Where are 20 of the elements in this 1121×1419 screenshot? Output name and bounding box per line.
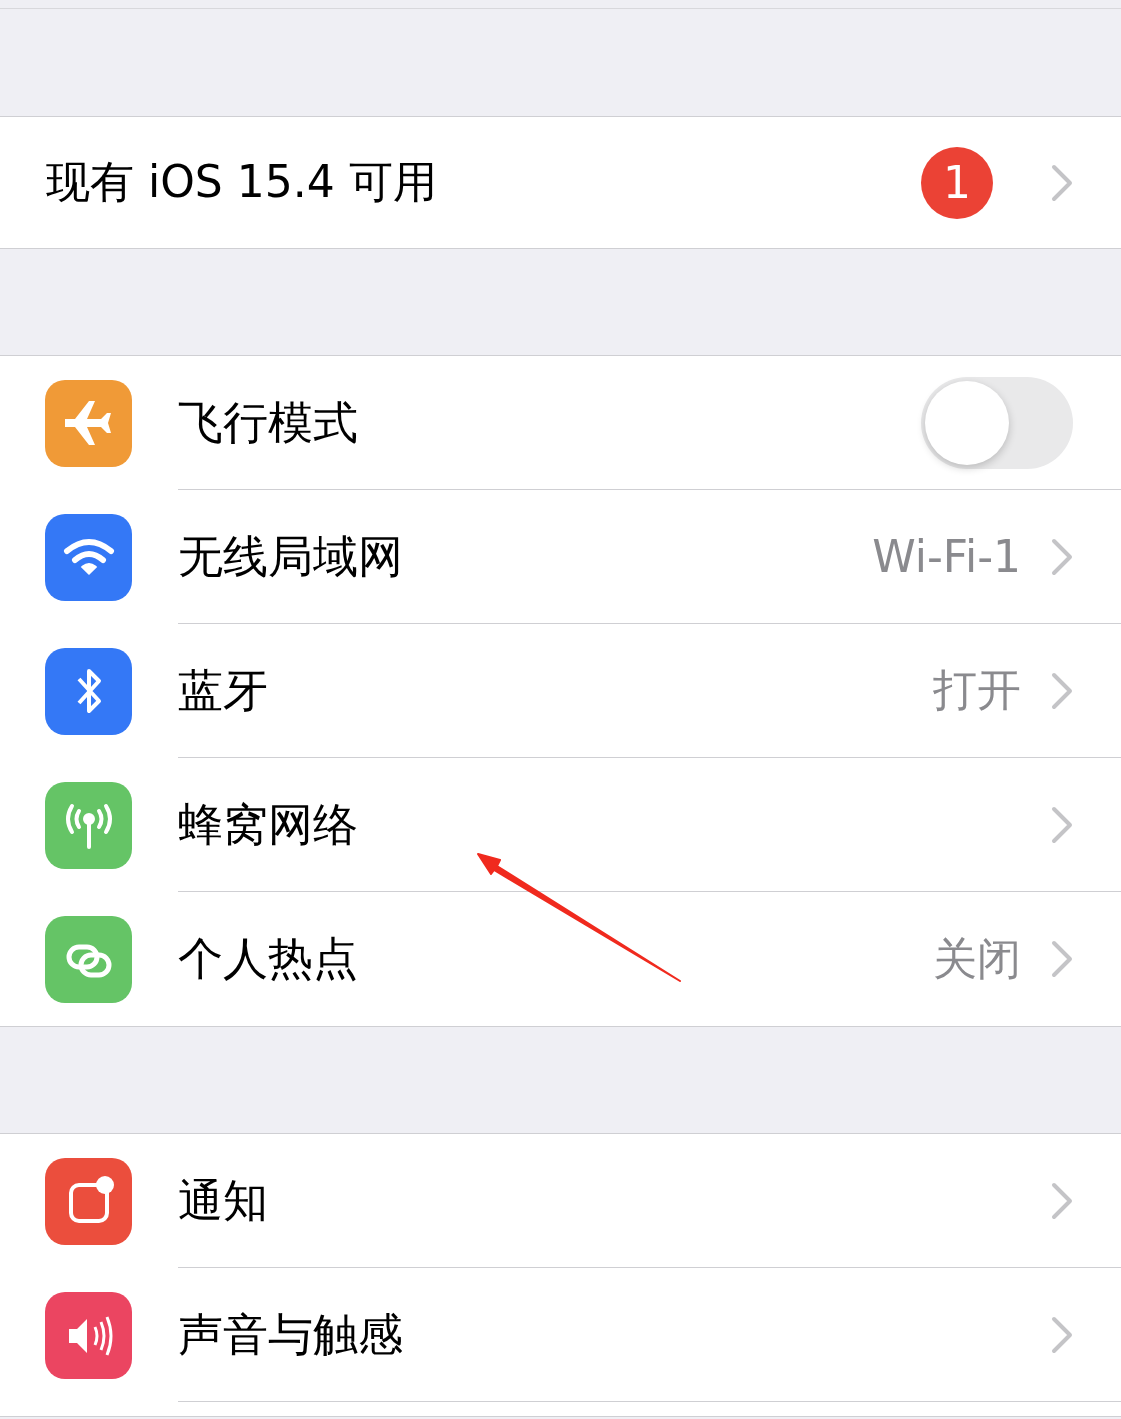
notification-badge: 1 — [921, 146, 993, 219]
update-row[interactable]: 现有 iOS 15.4 可用 1 — [0, 117, 1121, 248]
chevron-icon — [1051, 1181, 1073, 1220]
chevron-icon — [1051, 537, 1073, 576]
chevron-icon — [1051, 940, 1073, 978]
chevron-icon — [1051, 671, 1073, 710]
setting-value: Wi-Fi-1 — [872, 531, 1021, 582]
chevron-icon — [1051, 163, 1073, 202]
setting-label[interactable]: 无线局域网 — [178, 526, 873, 587]
setting-label[interactable]: 蓝牙 — [178, 660, 933, 721]
setting-value: 关闭 — [933, 931, 1021, 986]
setting-label[interactable]: 通知 — [178, 1170, 1051, 1231]
chevron-icon — [1051, 805, 1073, 844]
setting-label[interactable]: 飞行模式 — [178, 392, 921, 453]
setting-value: 打开 — [933, 663, 1021, 717]
setting-label[interactable]: 个人热点 — [178, 929, 933, 989]
chevron-icon — [1051, 1315, 1073, 1354]
setting-label[interactable]: 声音与触感 — [178, 1304, 1051, 1365]
update-label: 现有 iOS 15.4 可用 — [46, 155, 438, 209]
setting-label[interactable]: 蜂窝网络 — [178, 794, 1051, 855]
